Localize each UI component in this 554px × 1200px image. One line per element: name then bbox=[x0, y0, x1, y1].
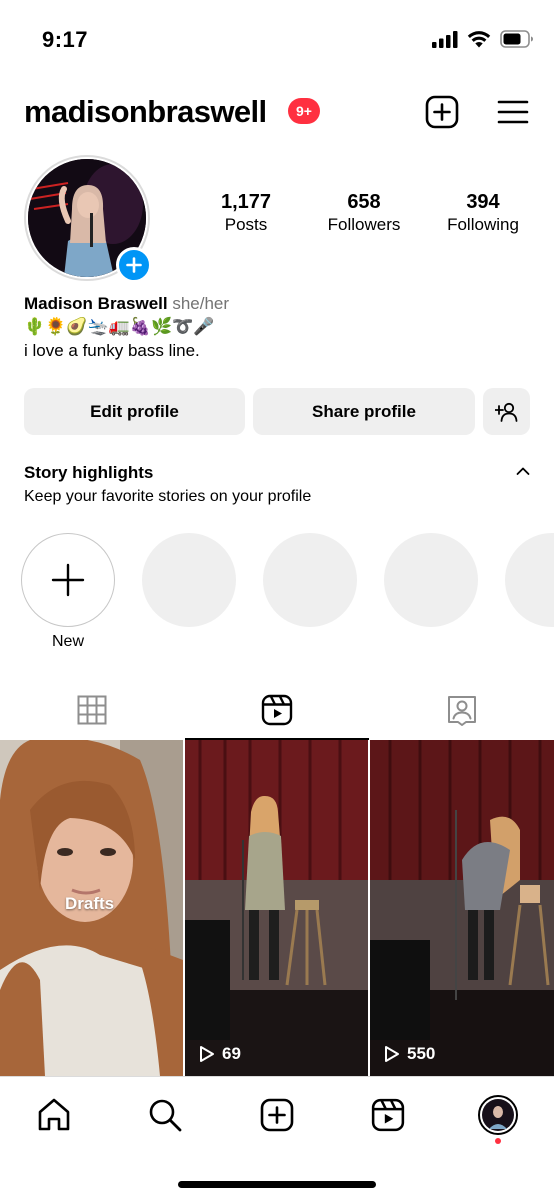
stat-value: 658 bbox=[347, 191, 381, 213]
hamburger-menu-icon bbox=[497, 100, 529, 124]
create-icon bbox=[260, 1098, 294, 1132]
nav-profile[interactable] bbox=[478, 1095, 518, 1135]
bio-text: i love a funky bass line. bbox=[24, 341, 200, 360]
stat-posts[interactable]: 1,177 Posts bbox=[186, 190, 306, 236]
story-highlights-header[interactable]: Story highlights Keep your favorite stor… bbox=[24, 462, 534, 510]
nav-reels[interactable] bbox=[368, 1095, 408, 1135]
profile-notification-dot bbox=[495, 1138, 501, 1144]
reel-thumbnail bbox=[185, 740, 368, 1076]
reels-icon bbox=[261, 694, 293, 726]
highlight-placeholder bbox=[505, 533, 554, 627]
highlight-placeholder bbox=[263, 533, 357, 627]
edit-profile-button[interactable]: Edit profile bbox=[24, 388, 245, 435]
stat-following[interactable]: 394 Following bbox=[423, 190, 543, 236]
grid-icon bbox=[77, 695, 107, 725]
home-icon bbox=[38, 1098, 70, 1131]
tagged-icon bbox=[448, 696, 476, 726]
status-icons bbox=[432, 30, 534, 48]
reel-tile-drafts[interactable]: Drafts bbox=[0, 740, 183, 1076]
chevron-up-icon[interactable] bbox=[516, 466, 530, 476]
highlight-new[interactable]: New bbox=[21, 533, 115, 651]
story-highlights-title: Story highlights bbox=[24, 463, 154, 482]
tab-reels[interactable] bbox=[185, 680, 369, 740]
highlight-placeholder bbox=[142, 533, 236, 627]
add-person-icon bbox=[494, 402, 517, 422]
nav-create[interactable] bbox=[257, 1095, 297, 1135]
profile-header: madisonbraswell 9+ bbox=[0, 88, 554, 136]
display-name-row: Madison Braswell she/her bbox=[24, 293, 534, 315]
tab-tagged[interactable] bbox=[370, 680, 554, 740]
pronouns: she/her bbox=[172, 294, 230, 313]
plus-icon bbox=[51, 563, 85, 597]
notification-badge[interactable]: 9+ bbox=[288, 98, 320, 124]
profile-bio: Madison Braswell she/her 🌵🌻🥑🛬🚛🍇🌿➰🎤 i lov… bbox=[24, 293, 534, 362]
reel-tile[interactable]: 550 bbox=[370, 740, 554, 1076]
highlight-new-label: New bbox=[51, 633, 84, 650]
status-time: 9:17 bbox=[42, 27, 89, 52]
username[interactable]: madisonbraswell bbox=[24, 94, 267, 130]
stat-followers[interactable]: 658 Followers bbox=[304, 190, 424, 236]
stat-label: Followers bbox=[327, 215, 401, 234]
story-highlights-row: New bbox=[0, 533, 554, 657]
reel-view-count: 550 bbox=[384, 1044, 435, 1064]
play-icon bbox=[385, 1046, 399, 1062]
stat-value: 394 bbox=[466, 191, 500, 213]
cellular-signal-icon bbox=[432, 31, 458, 48]
add-story-button[interactable] bbox=[116, 247, 152, 283]
plus-icon bbox=[126, 257, 142, 273]
stat-value: 1,177 bbox=[220, 191, 272, 213]
nav-home[interactable] bbox=[34, 1095, 74, 1135]
nav-search[interactable] bbox=[145, 1095, 185, 1135]
reels-grid: Drafts 69 550 bbox=[0, 740, 554, 1076]
drafts-label: Drafts bbox=[65, 894, 115, 913]
story-highlights-subtitle: Keep your favorite stories on your profi… bbox=[24, 488, 312, 505]
view-count: 69 bbox=[222, 1044, 241, 1063]
status-bar: 9:17 bbox=[0, 0, 554, 80]
plus-square-icon bbox=[425, 95, 459, 129]
profile-stats: 1,177 Posts 658 Followers 394 Following bbox=[186, 190, 554, 246]
stat-label: Posts bbox=[224, 215, 268, 234]
menu-button[interactable] bbox=[495, 94, 531, 130]
profile-avatar-icon bbox=[478, 1095, 518, 1135]
wifi-icon bbox=[467, 31, 491, 48]
profile-avatar[interactable] bbox=[24, 155, 152, 283]
reel-tile[interactable]: 69 bbox=[185, 740, 368, 1076]
profile-tabs bbox=[0, 680, 554, 740]
discover-people-button[interactable] bbox=[483, 388, 530, 435]
battery-icon bbox=[500, 30, 533, 48]
display-name: Madison Braswell bbox=[24, 294, 168, 313]
highlight-placeholder bbox=[384, 533, 478, 627]
tab-posts[interactable] bbox=[0, 680, 184, 740]
reels-icon bbox=[371, 1098, 405, 1132]
home-indicator bbox=[178, 1181, 376, 1188]
play-icon bbox=[200, 1046, 214, 1062]
bio-emojis: 🌵🌻🥑🛬🚛🍇🌿➰🎤 bbox=[24, 317, 215, 337]
profile-actions: Edit profile Share profile bbox=[24, 388, 530, 435]
create-button[interactable] bbox=[424, 94, 460, 130]
search-icon bbox=[149, 1099, 182, 1132]
reel-view-count: 69 bbox=[199, 1044, 241, 1064]
new-highlight-circle[interactable] bbox=[21, 533, 115, 627]
stat-label: Following bbox=[447, 215, 519, 234]
share-profile-button[interactable]: Share profile bbox=[253, 388, 475, 435]
reel-thumbnail bbox=[370, 740, 554, 1076]
view-count: 550 bbox=[407, 1044, 436, 1063]
